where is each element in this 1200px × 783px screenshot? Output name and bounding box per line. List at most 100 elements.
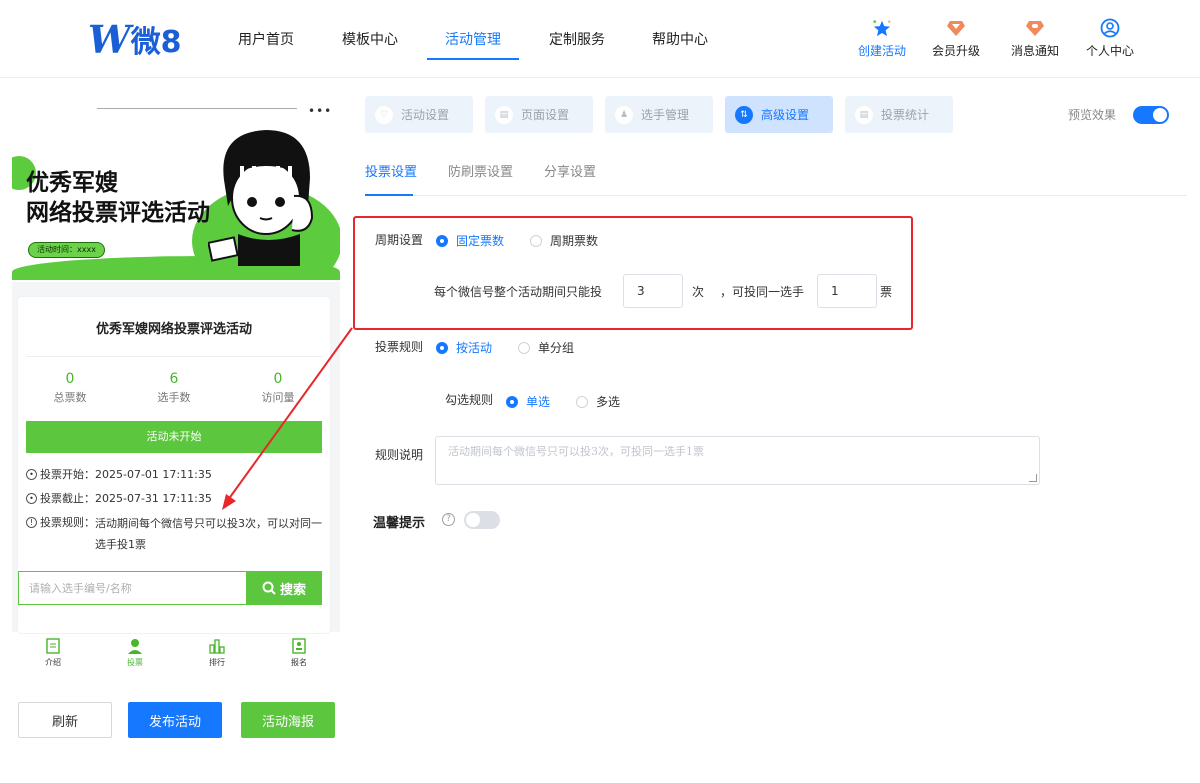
toggle-knob [466,513,480,527]
nav-template-center[interactable]: 模板中心 [342,29,398,49]
vote-end-label: 投票截止： [40,492,95,505]
stat-players-value: 6 [169,371,179,387]
vip-diamond-icon [946,18,966,38]
tab-ranking-label: 排行 [209,658,225,667]
step-vote-statistics[interactable]: ▤ 投票统计 [845,96,953,133]
stat-total-votes: 0 总票数 [25,371,115,421]
tab-vote-label: 投票 [127,658,143,667]
tab-intro-label: 介绍 [45,658,61,667]
refresh-button[interactable]: 刷新 [18,702,112,738]
rule-by-group-radio[interactable]: 单分组 [518,339,574,356]
personal-center-label: 个人中心 [1085,44,1134,58]
activity-poster-button[interactable]: 活动海报 [241,702,335,738]
player-search-input[interactable] [18,571,246,605]
publish-activity-button[interactable]: 发布活动 [128,702,222,738]
nav-activity-management[interactable]: 活动管理 [445,29,501,49]
create-activity-label: 创建活动 [857,44,906,58]
rule-by-activity-radio[interactable]: 按活动 [436,339,492,356]
create-activity-button[interactable]: 创建活动 [852,18,912,59]
info-icon: ! [26,517,37,528]
vote-info: • 投票开始： 2025-07-01 17:11:35 • 投票截止： 2025… [18,453,330,555]
rule-description-label: 规则说明 [375,448,424,462]
tab-signup-label: 报名 [291,658,307,667]
clock-icon: • [26,469,37,480]
stat-visits: 0 访问量 [233,371,323,421]
top-navbar: W 微8 用户首页 模板中心 活动管理 定制服务 帮助中心 创建活动 会员升级 … [0,0,1200,78]
radio-checked-icon [436,341,448,354]
bell-diamond-icon [1025,18,1045,38]
subtab-active-indicator [365,194,413,196]
doc-icon [46,638,60,654]
step-page-settings-label: 页面设置 [521,108,570,122]
vote-rule-value: 活动期间每个微信号只可以投3次，可以对同一选手投1票 [95,517,322,551]
radio-unchecked-icon [518,341,530,354]
vote-end-value: 2025-07-31 17:11:35 [95,492,212,505]
tab-signup[interactable]: 报名 [258,634,340,680]
step-activity-settings-label: 活动设置 [401,108,450,122]
tab-ranking[interactable]: 排行 [176,634,258,680]
search-icon [262,581,276,595]
notifications-label: 消息通知 [1010,44,1059,58]
banner-title-line2: 网络投票评选活动 [26,199,210,226]
toggle-knob [1153,108,1167,122]
stat-total-votes-label: 总票数 [53,391,87,404]
step-page-settings[interactable]: ▤ 页面设置 [485,96,593,133]
vote-end-row: • 投票截止： 2025-07-31 17:11:35 [26,487,324,511]
step-player-management[interactable]: ♟ 选手管理 [605,96,713,133]
stat-visits-label: 访问量 [261,391,295,404]
star-badge-icon [872,18,892,38]
subtab-vote-settings[interactable]: 投票设置 [365,161,417,180]
step-advanced-settings[interactable]: ⇅ 高级设置 [725,96,833,133]
page-icon: ▤ [495,105,513,124]
tab-intro[interactable]: 介绍 [12,634,94,680]
notifications-button[interactable]: 消息通知 [1005,18,1065,59]
check-rule-label: 勾选规则 [445,393,494,407]
subtab-anti-fraud[interactable]: 防刷票设置 [448,161,513,180]
activity-stats: 0 总票数 6 选手数 0 访问量 [18,357,330,421]
vote-start-row: • 投票开始： 2025-07-01 17:11:35 [26,463,324,487]
stat-players: 6 选手数 [129,371,219,421]
radio-unchecked-icon [576,395,588,408]
check-multiple-radio[interactable]: 多选 [576,393,620,410]
chart-icon: ▤ [855,105,873,124]
banner-title-line1: 优秀军嫂 [26,169,118,196]
step-activity-settings[interactable]: ♡ 活动设置 [365,96,473,133]
check-single-radio[interactable]: 单选 [506,393,550,410]
player-search: 搜索 [18,571,322,605]
player-search-button[interactable]: 搜索 [246,571,322,605]
preview-effect-label: 预览效果 [1068,108,1117,122]
personal-center-button[interactable]: 个人中心 [1080,18,1140,59]
brand-logo[interactable]: W 微8 [88,17,182,62]
nav-active-indicator [427,58,519,60]
vip-upgrade-label: 会员升级 [931,44,980,58]
banner-title: 优秀军嫂 网络投票评选活动 [26,168,210,228]
help-icon[interactable]: ? [442,513,455,526]
vote-rule-row: ! 投票规则： 活动期间每个微信号只可以投3次，可以对同一选手投1票 [26,511,324,555]
tab-vote[interactable]: 投票 [94,634,176,680]
vote-start-value: 2025-07-01 17:11:35 [95,468,212,481]
warm-tip-label: 温馨提示 [373,516,426,531]
nav-user-home[interactable]: 用户首页 [238,29,294,49]
app-root: W 微8 用户首页 模板中心 活动管理 定制服务 帮助中心 创建活动 会员升级 … [0,0,1200,783]
preview-effect-toggle[interactable] [1133,106,1169,124]
check-multiple-label: 多选 [596,395,621,409]
stat-visits-value: 0 [273,371,283,387]
nav-custom-service[interactable]: 定制服务 [549,29,605,49]
resize-grip-icon[interactable] [1029,474,1037,482]
annotation-highlight-box [353,216,913,330]
stat-total-votes-value: 0 [65,371,75,387]
check-single-label: 单选 [526,395,551,409]
user-icon: ♟ [615,105,633,124]
vote-start-label: 投票开始： [40,468,95,481]
heart-icon: ♡ [375,105,393,124]
sliders-icon: ⇅ [735,105,753,124]
rule-by-activity-label: 按活动 [456,341,493,355]
warm-tip-toggle[interactable] [464,511,500,529]
radio-checked-icon [506,395,518,408]
subtab-share-settings[interactable]: 分享设置 [544,161,596,180]
vip-upgrade-button[interactable]: 会员升级 [926,18,986,59]
rule-description-textarea[interactable]: 活动期间每个微信号只可以投3次，可投同一选手1票 [435,436,1040,485]
vote-rule-setting-label: 投票规则 [375,340,424,354]
settings-steps: ♡ 活动设置 ▤ 页面设置 ♟ 选手管理 ⇅ 高级设置 ▤ 投票统计 [365,96,953,133]
nav-help-center[interactable]: 帮助中心 [652,29,708,49]
